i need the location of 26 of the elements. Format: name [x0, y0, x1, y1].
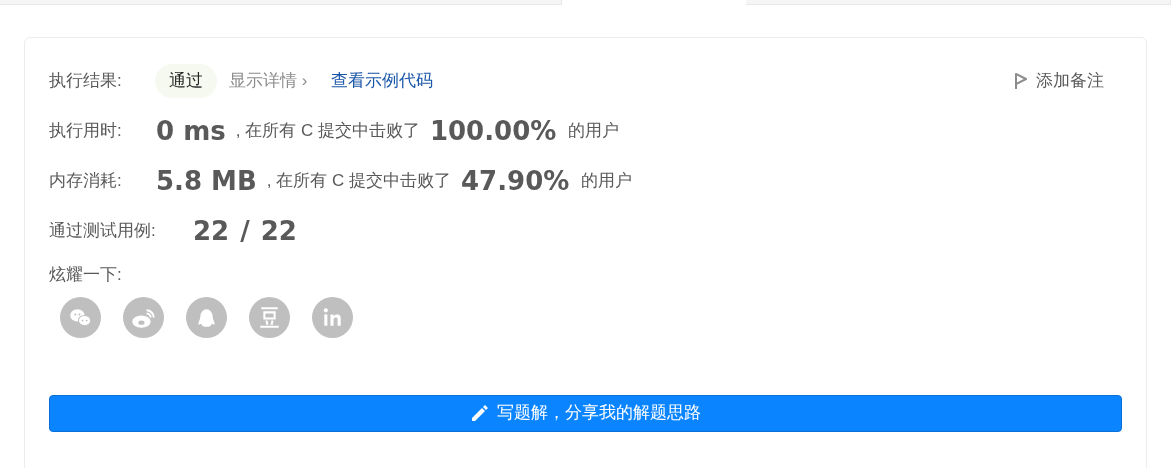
wechat-icon[interactable]	[60, 296, 101, 338]
example-code-link[interactable]: 查看示例代码	[331, 68, 434, 94]
result-label: 执行结果:	[49, 70, 123, 93]
status-pill: 通过	[155, 64, 217, 98]
tests-value: 22 / 22	[193, 214, 297, 248]
details-link[interactable]: 显示详情 ›	[229, 68, 308, 94]
stat-label: 内存消耗:	[49, 170, 123, 193]
stat-suffix: 的用户	[581, 170, 633, 193]
weibo-icon[interactable]	[123, 296, 164, 338]
qq-icon[interactable]	[186, 296, 227, 338]
pencil-icon	[470, 404, 489, 422]
stat-label: 执行用时:	[49, 120, 123, 143]
stat-value: 5.8 MB	[156, 164, 257, 198]
stat-value: 0 ms	[156, 114, 226, 148]
stat-percent: 47.90%	[461, 164, 570, 198]
tests-label: 通过测试用例:	[49, 220, 157, 243]
flag-icon	[1014, 72, 1028, 90]
add-note-button[interactable]: 添加备注	[1014, 68, 1104, 94]
stat-text: , 在所有 C 提交中击败了	[235, 120, 420, 143]
linkedin-icon[interactable]	[312, 296, 353, 338]
stat-percent: 100.00%	[429, 114, 557, 148]
share-label: 炫耀一下:	[49, 264, 123, 286]
stat-text: , 在所有 C 提交中击败了	[266, 170, 451, 193]
stat-suffix: 的用户	[568, 120, 620, 143]
write-solution-button[interactable]: 写题解，分享我的解题思路	[49, 394, 1122, 432]
douban-icon[interactable]	[249, 296, 290, 338]
